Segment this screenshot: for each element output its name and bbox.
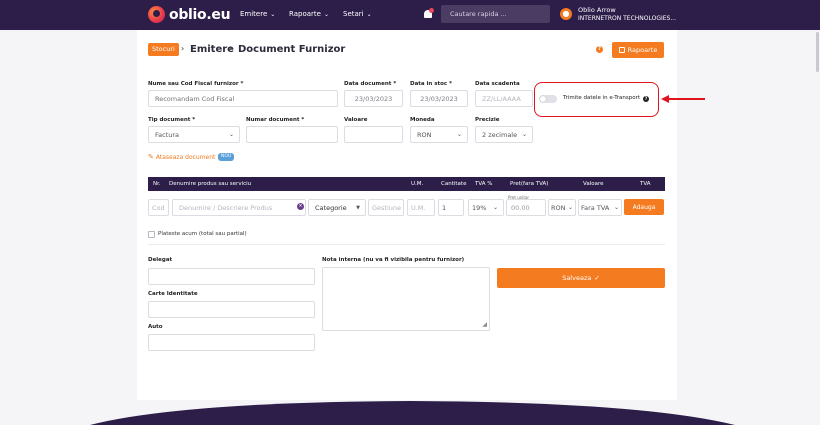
logo-text: oblio.eu — [169, 6, 231, 23]
footer-wave — [90, 401, 735, 425]
logo-icon — [148, 6, 165, 23]
product-code-input[interactable]: Cod — [148, 199, 169, 216]
user-avatar-icon[interactable]: ● — [560, 8, 572, 20]
value-input[interactable] — [344, 126, 403, 143]
delegate-label: Delegat — [148, 257, 173, 263]
due-date-input[interactable]: ZZ/LL/AAAA — [475, 90, 533, 107]
product-name-input[interactable]: Denumire / Descriere Produs — [172, 199, 306, 216]
save-button[interactable]: Salveaza ✓ — [497, 268, 665, 288]
caret-down-icon: ▼ — [356, 204, 360, 211]
currency-row-select[interactable]: RON ⌄ — [548, 199, 576, 216]
paperclip-icon: ✎ — [148, 153, 154, 161]
id-card-label: Carte Identitate — [148, 291, 198, 297]
page-title: Document Furnizor — [238, 44, 346, 55]
th-um: U.M. — [411, 181, 424, 187]
um-input[interactable]: U.M. — [407, 199, 435, 216]
breadcrumb-separator-icon: › — [181, 44, 185, 53]
search-input[interactable] — [441, 5, 550, 23]
pay-now-label: Plateste acum (total sau partial) — [158, 231, 247, 237]
th-nr: Nr. — [153, 181, 161, 187]
stock-date-label: Data in stoc * — [410, 81, 452, 87]
chevron-down-icon: ⌄ — [323, 10, 329, 18]
th-vat-percent: TVA % — [475, 181, 493, 187]
user-company[interactable]: INTERNETRON TECHNOLOGIES... — [578, 15, 676, 22]
user-name[interactable]: Oblio Arrow — [578, 6, 616, 14]
id-card-input[interactable] — [148, 301, 315, 318]
logo[interactable]: oblio.eu — [148, 6, 231, 23]
price-input[interactable]: 00.00 — [506, 199, 546, 216]
etransport-toggle[interactable] — [539, 95, 557, 103]
chevron-down-icon: ⌄ — [567, 204, 573, 211]
doc-date-label: Data document * — [344, 81, 397, 87]
delegate-input[interactable] — [148, 268, 315, 285]
doc-number-label: Numar document * — [246, 117, 305, 123]
page-scrollbar[interactable] — [815, 30, 820, 425]
chevron-down-icon: ⌄ — [366, 10, 372, 18]
supplier-input[interactable] — [148, 90, 338, 107]
resize-handle-icon: ◢ — [482, 321, 487, 328]
check-icon: ✓ — [594, 274, 600, 282]
category-select[interactable]: Categorie ▼ — [308, 199, 366, 216]
supplier-label: Nume sau Cod Fiscal furnizor * — [148, 81, 244, 87]
stock-date-input[interactable]: 23/03/2023 — [410, 90, 468, 107]
etransport-label: Trimite datele in e-Transport — [563, 95, 641, 101]
new-badge: NOU — [218, 153, 235, 161]
add-product-button[interactable]: Adauga — [624, 199, 664, 215]
th-name: Denumire produs sau serviciu — [169, 181, 252, 187]
breadcrumb-separator-icon: › — [229, 44, 233, 53]
precision-label: Precizie — [475, 117, 500, 123]
notification-bell-icon[interactable] — [423, 8, 434, 20]
nav-rapoarte[interactable]: Rapoarte ⌄ — [289, 10, 329, 18]
chevron-down-icon: ⌄ — [613, 204, 619, 211]
chevron-down-icon: ⌄ — [228, 131, 234, 138]
th-vat: TVA — [640, 181, 651, 187]
divider — [148, 244, 665, 245]
question-icon[interactable]: ? — [643, 96, 649, 102]
nav-setari[interactable]: Setari ⌄ — [343, 10, 372, 18]
th-price: Pret(fara TVA) — [510, 181, 549, 187]
auto-input[interactable] — [148, 334, 315, 351]
breadcrumb-emitere[interactable]: Emitere — [190, 44, 234, 55]
chevron-down-icon: ⌄ — [492, 204, 498, 211]
attach-document-link[interactable]: ✎ Ataseaza document — [148, 153, 215, 161]
doc-type-label: Tip document * — [148, 117, 196, 123]
clear-icon[interactable]: × — [297, 203, 304, 210]
top-navbar — [0, 0, 820, 30]
currency-label: Moneda — [410, 117, 435, 123]
pay-now-checkbox[interactable] — [148, 231, 155, 238]
note-label: Nota interna (nu va fi vizibila pentru f… — [322, 257, 465, 263]
precision-select[interactable]: 2 zecimale ⌄ — [475, 126, 533, 143]
chevron-down-icon: ⌄ — [270, 10, 276, 18]
help-icon[interactable]: ? — [596, 46, 603, 53]
nav-emitere[interactable]: Emitere ⌄ — [240, 10, 275, 18]
gestiune-input[interactable]: Gestiune — [368, 199, 404, 216]
vat-mode-select[interactable]: Fara TVA ⌄ — [578, 199, 622, 216]
doc-type-select[interactable]: Factura ⌄ — [148, 126, 240, 143]
doc-number-input[interactable] — [246, 126, 338, 143]
doc-date-input[interactable]: 23/03/2023 — [344, 90, 403, 107]
th-qty: Cantitate — [441, 181, 467, 187]
value-label: Valoare — [344, 117, 368, 123]
due-date-label: Data scadenta — [475, 81, 520, 87]
chevron-down-icon: ⌄ — [521, 131, 527, 138]
annotation-arrow-line — [668, 98, 705, 100]
auto-label: Auto — [148, 324, 163, 330]
report-icon — [618, 47, 625, 53]
internal-note-textarea[interactable]: ◢ — [322, 267, 490, 331]
breadcrumb-stocuri[interactable]: Stocuri — [148, 43, 179, 56]
vat-select[interactable]: 19% ⌄ — [468, 199, 504, 216]
currency-select[interactable]: RON ⌄ — [410, 126, 468, 143]
rapoarte-button[interactable]: Rapoarte — [612, 42, 664, 58]
th-value: Valoare — [583, 181, 604, 187]
quantity-input[interactable]: 1 — [438, 199, 464, 216]
chevron-down-icon: ⌄ — [456, 131, 462, 138]
